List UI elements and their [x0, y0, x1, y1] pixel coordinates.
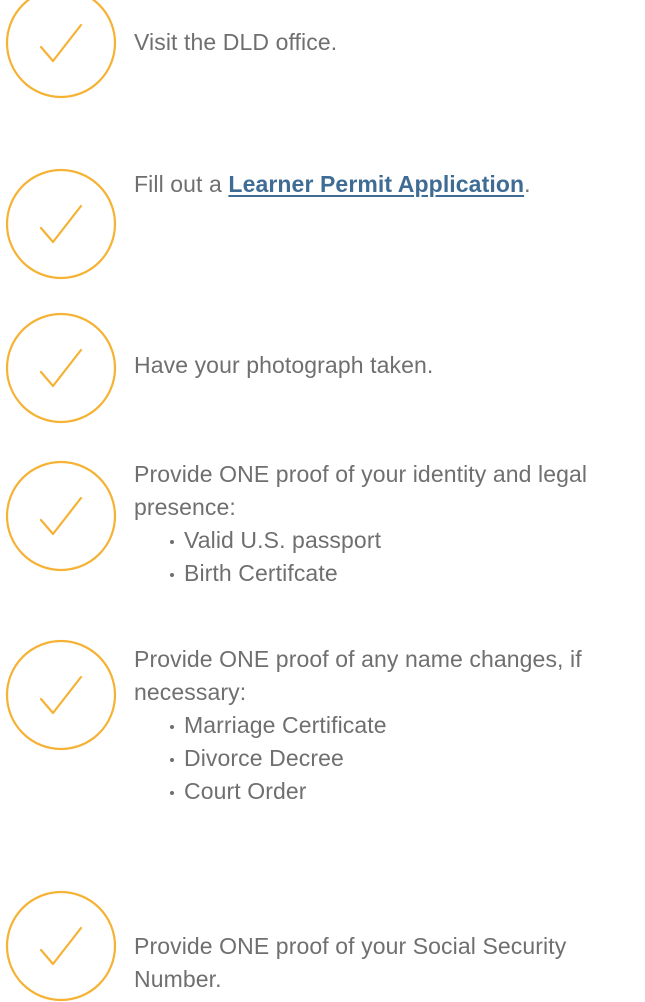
step-text: Visit the DLD office.: [134, 29, 338, 55]
step-text-prefix: Fill out a: [134, 171, 229, 197]
check-circle-icon: [5, 890, 117, 1002]
learner-permit-application-link[interactable]: Learner Permit Application: [228, 171, 524, 197]
bullet-item: Marriage Certificate: [170, 709, 637, 742]
bullet-list: Marriage Certificate Divorce Decree Cour…: [134, 709, 637, 808]
check-circle-icon: [5, 639, 117, 751]
bullet-item: Divorce Decree: [170, 742, 637, 775]
step-text: Provide ONE proof of your identity and l…: [134, 461, 588, 520]
step-text: Provide ONE proof of your Social Securit…: [134, 933, 567, 992]
step-text-block: Provide ONE proof of your identity and l…: [134, 458, 637, 590]
step-text-block: Provide ONE proof of any name changes, i…: [134, 643, 637, 808]
step-text-suffix: .: [524, 171, 531, 197]
check-circle-icon: [5, 0, 117, 99]
step-text: Provide ONE proof of any name changes, i…: [134, 646, 582, 705]
check-circle-icon: [5, 168, 117, 280]
step-text: Have your photograph taken.: [134, 352, 434, 378]
step-text: Fill out a Learner Permit Application.: [134, 168, 637, 201]
check-circle-icon: [5, 460, 117, 572]
check-circle-icon: [5, 312, 117, 424]
bullet-item: Valid U.S. passport: [170, 524, 637, 557]
bullet-list: Valid U.S. passport Birth Certifcate: [134, 524, 637, 590]
bullet-item: Court Order: [170, 775, 637, 808]
bullet-item: Birth Certifcate: [170, 557, 637, 590]
